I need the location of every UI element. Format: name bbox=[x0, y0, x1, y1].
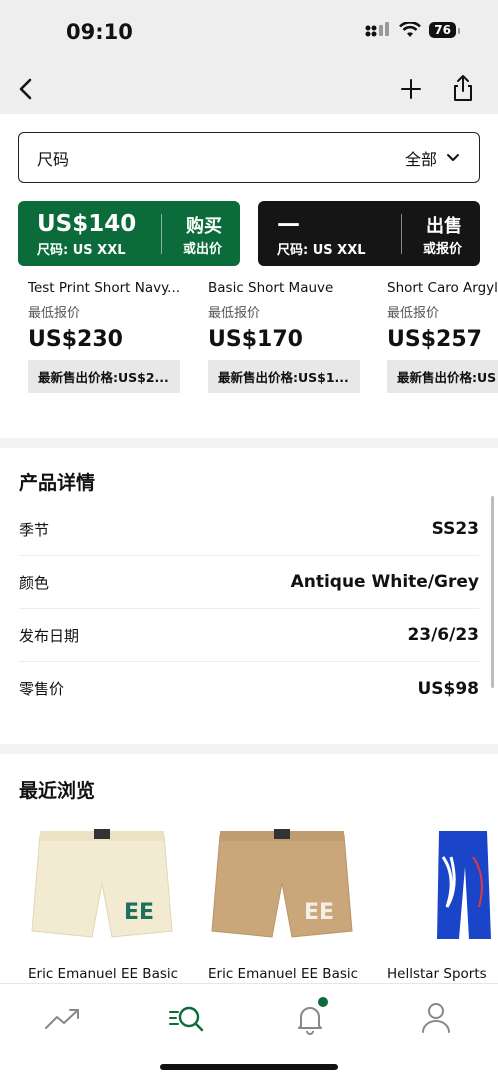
detail-key: 零售价 bbox=[19, 680, 65, 698]
size-selector[interactable]: 尺码 全部 bbox=[18, 132, 480, 183]
nav-bar bbox=[0, 66, 498, 114]
add-icon[interactable] bbox=[398, 74, 424, 104]
sell-price: — bbox=[277, 211, 300, 237]
related-product-name: Short Caro Argyle bbox=[387, 280, 498, 296]
recent-product-name: Hellstar Sports bbox=[387, 966, 487, 982]
related-product-price: US$257 bbox=[387, 327, 482, 352]
detail-key: 季节 bbox=[19, 520, 50, 539]
sell-sub-label: 或报价 bbox=[422, 242, 462, 257]
recent-product-card[interactable]: EE Eric Emanuel EE Basic bbox=[208, 827, 370, 982]
lowest-ask-label: 最低报价 bbox=[208, 306, 261, 321]
home-indicator bbox=[160, 1064, 338, 1070]
buy-button[interactable]: US$140 尺码: US XXL 购买 或出价 bbox=[18, 201, 240, 266]
section-separator bbox=[0, 438, 498, 448]
svg-text:EE: EE bbox=[124, 900, 154, 925]
recent-product-image: EE bbox=[28, 827, 176, 942]
recent-product-name: Eric Emanuel EE Basic bbox=[28, 966, 179, 982]
detail-value: SS23 bbox=[431, 519, 479, 539]
status-icons: 76 bbox=[365, 22, 460, 38]
last-sale-badge: 最新售出价格:US$1... bbox=[208, 360, 360, 393]
recent-product-name: Eric Emanuel EE Basic bbox=[208, 966, 359, 982]
related-product-card[interactable]: Test Print Short Navy... 最低报价 US$230 最新售… bbox=[28, 280, 190, 393]
recent-product-image bbox=[387, 827, 498, 942]
size-selector-value: 全部 bbox=[404, 149, 437, 169]
chevron-down-icon bbox=[447, 153, 459, 161]
last-sale-badge: 最新售出价格:US$2... bbox=[28, 360, 180, 393]
recent-product-card[interactable]: EE Eric Emanuel EE Basic bbox=[28, 827, 190, 982]
buy-price: US$140 bbox=[37, 211, 137, 237]
related-product-card[interactable]: Basic Short Mauve 最低报价 US$170 最新售出价格:US$… bbox=[208, 280, 370, 393]
pants-image-icon bbox=[437, 831, 491, 939]
detail-row-release-date: 发布日期 23/6/23 bbox=[19, 609, 479, 662]
scrollbar[interactable] bbox=[491, 496, 494, 688]
related-product-card[interactable]: Short Caro Argyle 最低报价 US$257 最新售出价格:US bbox=[387, 280, 498, 393]
recently-viewed-title: 最近浏览 bbox=[19, 780, 96, 802]
detail-key: 发布日期 bbox=[19, 626, 80, 645]
related-product-price: US$230 bbox=[28, 327, 123, 352]
shorts-image-icon: EE bbox=[31, 829, 173, 938]
sell-button[interactable]: — 尺码: US XXL 出售 或报价 bbox=[258, 201, 480, 266]
sell-size: 尺码: US XXL bbox=[277, 243, 366, 258]
detail-value: US$98 bbox=[417, 678, 479, 699]
detail-row-season: 季节 SS23 bbox=[19, 503, 479, 556]
sell-action-label: 出售 bbox=[426, 216, 462, 237]
section-separator bbox=[0, 744, 498, 754]
related-product-name: Basic Short Mauve bbox=[208, 280, 334, 296]
lowest-ask-label: 最低报价 bbox=[387, 306, 440, 321]
notifications-tab[interactable] bbox=[290, 997, 330, 1036]
size-selector-label: 尺码 bbox=[37, 149, 70, 169]
back-arrow-icon[interactable] bbox=[12, 74, 42, 104]
last-sale-badge: 最新售出价格:US bbox=[387, 360, 498, 393]
buy-size: 尺码: US XXL bbox=[37, 243, 126, 258]
search-icon[interactable] bbox=[167, 1000, 207, 1036]
product-details-title: 产品详情 bbox=[19, 472, 96, 494]
recent-product-card[interactable]: Hellstar Sports bbox=[387, 827, 498, 982]
shorts-image-icon: EE bbox=[211, 829, 353, 938]
svg-text:EE: EE bbox=[304, 900, 334, 925]
battery-indicator: 76 bbox=[429, 22, 460, 38]
related-products: Test Print Short Navy... 最低报价 US$230 最新售… bbox=[0, 266, 498, 442]
recent-product-image: EE bbox=[208, 827, 356, 942]
status-time: 09:10 bbox=[66, 20, 133, 44]
detail-row-color: 颜色 Antique White/Grey bbox=[19, 556, 479, 609]
detail-row-retail-price: 零售价 US$98 bbox=[19, 662, 479, 715]
related-product-price: US$170 bbox=[208, 327, 303, 352]
share-icon[interactable] bbox=[450, 72, 476, 104]
sell-divider bbox=[401, 214, 402, 254]
related-product-name: Test Print Short Navy... bbox=[28, 280, 181, 296]
wifi-icon bbox=[399, 22, 422, 37]
notification-dot bbox=[318, 997, 328, 1007]
buy-action-label: 购买 bbox=[186, 216, 222, 237]
detail-key: 颜色 bbox=[19, 573, 50, 592]
buy-divider bbox=[161, 214, 162, 254]
detail-value: Antique White/Grey bbox=[290, 572, 479, 592]
profile-icon[interactable] bbox=[416, 1000, 456, 1036]
detail-value: 23/6/23 bbox=[407, 625, 479, 645]
cellular-icon bbox=[365, 22, 390, 37]
status-bar: 09:10 76 bbox=[0, 0, 498, 66]
lowest-ask-label: 最低报价 bbox=[28, 306, 81, 321]
buy-sub-label: 或出价 bbox=[182, 242, 222, 257]
trending-icon[interactable] bbox=[42, 1000, 82, 1036]
